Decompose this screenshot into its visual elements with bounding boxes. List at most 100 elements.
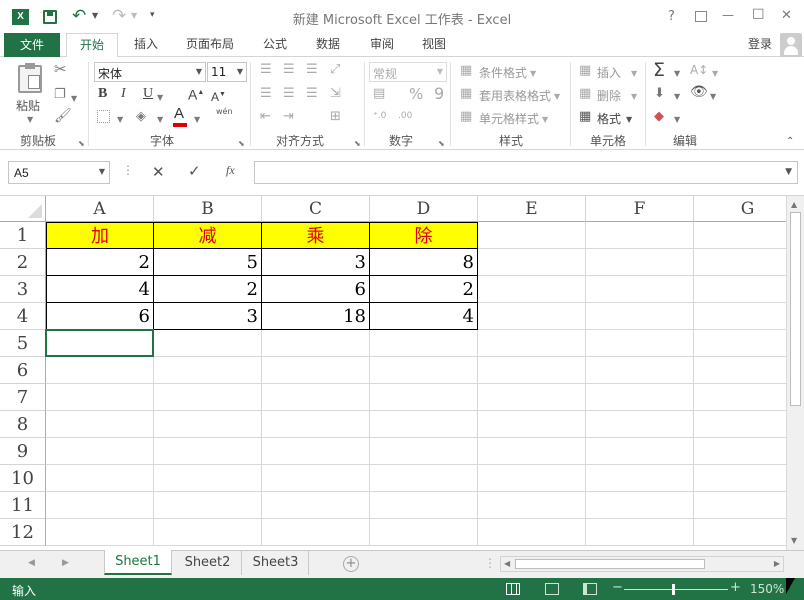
add-sheet-icon[interactable]: + xyxy=(343,556,359,572)
empty-cell[interactable] xyxy=(586,303,694,330)
data-cell[interactable]: 2 xyxy=(370,276,478,303)
tab-insert[interactable]: 插入 xyxy=(124,33,168,57)
empty-cell[interactable] xyxy=(478,303,586,330)
empty-cell[interactable] xyxy=(478,276,586,303)
orientation-icon[interactable]: ⤢ xyxy=(330,63,340,76)
empty-cell[interactable] xyxy=(694,384,786,411)
empty-cell[interactable] xyxy=(478,465,586,492)
align-right-icon[interactable]: ☰ xyxy=(306,87,318,100)
tab-home[interactable]: 开始 xyxy=(66,33,118,58)
row-header-2[interactable]: 2 xyxy=(0,249,46,276)
format-cells-icon[interactable]: ▦ xyxy=(579,110,591,123)
empty-cell[interactable] xyxy=(586,330,694,357)
name-box[interactable]: A5 ▼ xyxy=(8,161,110,184)
empty-cell[interactable] xyxy=(262,357,370,384)
minimize-button[interactable]: — xyxy=(722,8,734,22)
empty-cell[interactable] xyxy=(154,357,262,384)
header-cell[interactable]: 除 xyxy=(370,222,478,249)
data-cell[interactable]: 6 xyxy=(262,276,370,303)
format-painter-icon[interactable]: 🖌 xyxy=(54,109,72,123)
page-layout-view-icon[interactable] xyxy=(545,583,559,595)
empty-cell[interactable] xyxy=(370,357,478,384)
zoom-level[interactable]: 150% xyxy=(750,582,784,596)
increase-decimal-icon[interactable]: ⁺.0 xyxy=(373,110,386,123)
insert-cells-icon[interactable]: ▦ xyxy=(579,64,591,77)
column-header-d[interactable]: D xyxy=(370,196,478,222)
sheet-tab-sheet2[interactable]: Sheet2 xyxy=(174,551,242,575)
tab-formulas[interactable]: 公式 xyxy=(254,33,296,57)
merge-center-icon[interactable]: ⊞ xyxy=(330,110,341,123)
underline-icon[interactable]: U xyxy=(143,87,153,101)
zoom-out-icon[interactable]: − xyxy=(612,580,623,595)
page-break-view-icon[interactable] xyxy=(583,583,597,595)
format-cells-button[interactable]: 格式 xyxy=(597,110,621,127)
empty-cell[interactable] xyxy=(478,249,586,276)
insert-cells-button[interactable]: 插入 xyxy=(597,64,621,81)
empty-cell[interactable] xyxy=(370,384,478,411)
row-header-7[interactable]: 7 xyxy=(0,384,46,411)
header-cell[interactable]: 乘 xyxy=(262,222,370,249)
empty-cell[interactable] xyxy=(46,438,154,465)
sort-dropdown-icon[interactable]: ▼ xyxy=(712,67,718,80)
column-header-e[interactable]: E xyxy=(478,196,586,222)
empty-cell[interactable] xyxy=(586,276,694,303)
fill-color-dropdown-icon[interactable]: ▼ xyxy=(157,113,163,126)
format-dropdown-icon[interactable]: ▼ xyxy=(626,113,632,126)
insert-function-icon[interactable]: fx xyxy=(226,163,235,178)
empty-cell[interactable] xyxy=(262,465,370,492)
empty-cell[interactable] xyxy=(694,276,786,303)
empty-cell[interactable] xyxy=(46,330,154,357)
zoom-slider[interactable] xyxy=(624,589,728,590)
cell-style-icon[interactable]: ▦ xyxy=(460,110,472,123)
align-bottom-icon[interactable]: ☰ xyxy=(306,63,318,76)
border-dropdown-icon[interactable]: ▼ xyxy=(117,113,123,126)
empty-cell[interactable] xyxy=(154,465,262,492)
insert-dropdown-icon[interactable]: ▼ xyxy=(631,67,637,80)
cancel-entry-icon[interactable]: ✕ xyxy=(152,163,165,181)
empty-cell[interactable] xyxy=(586,222,694,249)
row-header-5[interactable]: 5 xyxy=(0,330,46,357)
currency-icon[interactable]: ▤ xyxy=(373,87,385,100)
splitter-icon[interactable]: ⋮ xyxy=(484,556,496,570)
empty-cell[interactable] xyxy=(586,384,694,411)
column-header-a[interactable]: A xyxy=(46,196,154,222)
empty-cell[interactable] xyxy=(694,330,786,357)
table-format-button[interactable]: 套用表格格式 xyxy=(479,87,551,104)
clear-icon[interactable]: ◆ xyxy=(654,110,664,123)
column-header-b[interactable]: B xyxy=(154,196,262,222)
scroll-thumb[interactable] xyxy=(790,212,801,406)
prev-sheet-icon[interactable]: ◀ xyxy=(28,558,35,568)
empty-cell[interactable] xyxy=(154,330,262,357)
tab-file[interactable]: 文件 xyxy=(4,33,60,57)
delete-cells-button[interactable]: 删除 xyxy=(597,87,621,104)
undo-icon[interactable]: ↶ xyxy=(72,6,86,26)
scroll-right-icon[interactable]: ▶ xyxy=(774,559,780,568)
customize-toolbar-icon[interactable]: ▾ xyxy=(150,10,155,20)
scroll-down-icon[interactable]: ▼ xyxy=(791,536,797,545)
alignment-launcher-icon[interactable]: ⬊ xyxy=(354,137,361,150)
clipboard-launcher-icon[interactable]: ⬊ xyxy=(78,137,85,150)
avatar[interactable] xyxy=(780,33,802,57)
scroll-thumb[interactable] xyxy=(515,559,705,569)
empty-cell[interactable] xyxy=(370,411,478,438)
italic-icon[interactable]: I xyxy=(121,87,126,101)
empty-cell[interactable] xyxy=(478,330,586,357)
decrease-indent-icon[interactable]: ⇤ xyxy=(260,110,271,123)
fill-dropdown-icon[interactable]: ▼ xyxy=(674,90,680,103)
sheet-tab-sheet1[interactable]: Sheet1 xyxy=(104,550,172,575)
column-header-c[interactable]: C xyxy=(262,196,370,222)
autosum-dropdown-icon[interactable]: ▼ xyxy=(674,67,680,80)
empty-cell[interactable] xyxy=(694,465,786,492)
empty-cell[interactable] xyxy=(262,492,370,519)
comma-style-icon[interactable]: 9 xyxy=(434,84,444,103)
align-left-icon[interactable]: ☰ xyxy=(260,87,272,100)
empty-cell[interactable] xyxy=(694,411,786,438)
empty-cell[interactable] xyxy=(370,330,478,357)
paste-button[interactable]: 粘贴 xyxy=(16,97,40,114)
data-cell[interactable]: 3 xyxy=(154,303,262,330)
empty-cell[interactable] xyxy=(478,492,586,519)
empty-cell[interactable] xyxy=(478,222,586,249)
row-header-8[interactable]: 8 xyxy=(0,411,46,438)
bold-icon[interactable]: B xyxy=(98,87,107,101)
empty-cell[interactable] xyxy=(154,519,262,546)
